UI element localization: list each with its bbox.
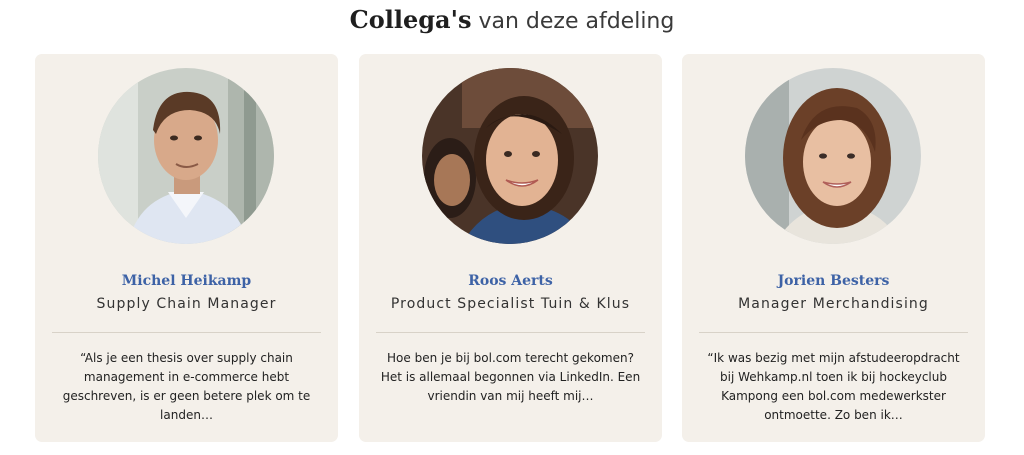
section-heading-bold: Collega's bbox=[349, 5, 472, 34]
portrait-photo-icon bbox=[98, 68, 274, 244]
colleague-role: Product Specialist Tuin & Klus bbox=[390, 296, 631, 312]
colleague-quote: “Ik was bezig met mijn afstudeeropdracht… bbox=[707, 351, 960, 422]
colleague-photo[interactable] bbox=[422, 68, 598, 244]
colleague-card-jorien[interactable]: Jorien Besters Manager Merchandising “Ik… bbox=[682, 54, 985, 442]
section-heading: Collega's van deze afdeling bbox=[0, 4, 1024, 38]
colleague-name[interactable]: Michel Heikamp bbox=[35, 273, 338, 289]
colleague-role: Manager Merchandising bbox=[738, 296, 929, 312]
colleague-photo[interactable] bbox=[98, 68, 274, 244]
card-divider bbox=[52, 332, 321, 333]
section-heading-light: van deze afdeling bbox=[471, 9, 675, 34]
colleague-name[interactable]: Jorien Besters bbox=[682, 273, 985, 289]
colleague-photo[interactable] bbox=[745, 68, 921, 244]
colleague-card-roos[interactable]: Roos Aerts Product Specialist Tuin & Klu… bbox=[359, 54, 662, 442]
card-divider bbox=[376, 332, 645, 333]
colleague-name[interactable]: Roos Aerts bbox=[359, 273, 662, 289]
colleague-quote: Hoe ben je bij bol.com terecht gekomen? … bbox=[380, 351, 641, 403]
portrait-photo-icon bbox=[422, 68, 598, 244]
colleague-role: Supply Chain Manager bbox=[96, 296, 277, 312]
card-divider bbox=[699, 332, 968, 333]
colleague-card-michel[interactable]: Michel Heikamp Supply Chain Manager “Als… bbox=[35, 54, 338, 442]
colleague-quote: “Als je een thesis over supply chain man… bbox=[62, 351, 311, 422]
portrait-photo-icon bbox=[745, 68, 921, 244]
